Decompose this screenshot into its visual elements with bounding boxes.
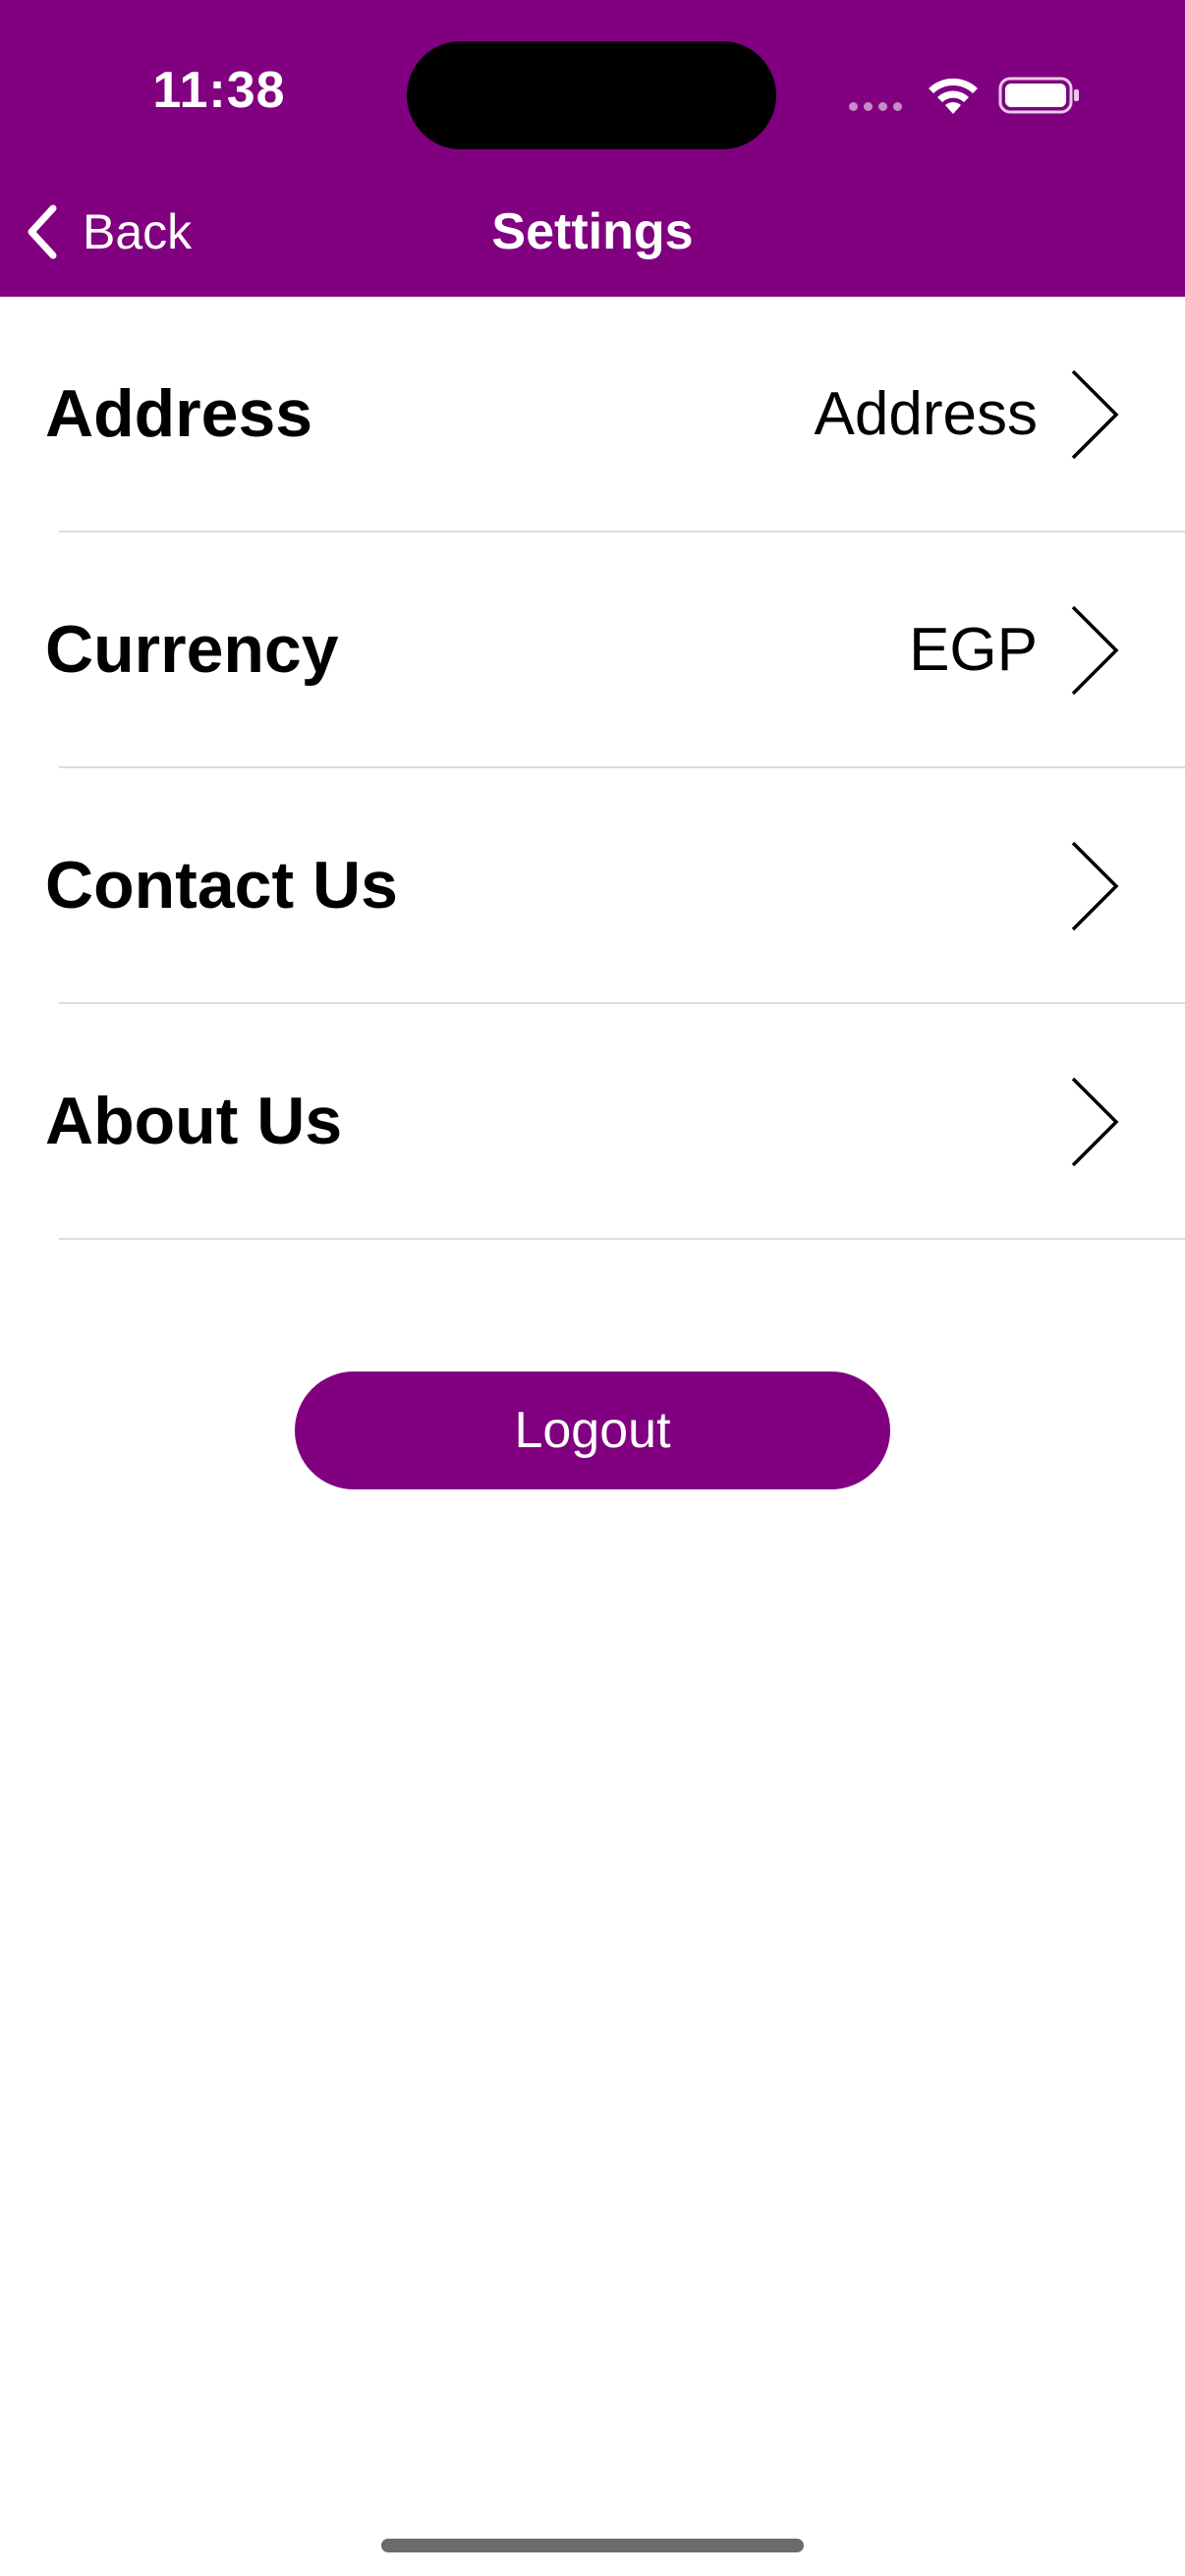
row-value: EGP [909, 616, 1038, 684]
home-indicator[interactable] [381, 2539, 804, 2552]
status-time: 11:38 [152, 62, 286, 119]
page-title: Settings [491, 203, 694, 260]
chevron-right-icon [1071, 841, 1119, 931]
divider [59, 1238, 1185, 1240]
chevron-right-icon [1071, 1077, 1119, 1167]
row-label: About Us [45, 1084, 343, 1158]
settings-row-address[interactable]: Address Address [0, 297, 1185, 532]
row-label: Contact Us [45, 848, 398, 923]
settings-list: Address Address Currency EGP Contact Us … [0, 297, 1185, 1240]
settings-row-contact-us[interactable]: Contact Us [0, 768, 1185, 1004]
logout-button[interactable]: Logout [295, 1372, 890, 1489]
row-label: Currency [45, 612, 339, 687]
wifi-icon [929, 78, 978, 114]
row-label: Address [45, 376, 313, 451]
chevron-right-icon [1071, 369, 1119, 460]
signal-dots-icon [849, 102, 902, 111]
row-value: Address [814, 380, 1038, 448]
dynamic-island [407, 41, 776, 149]
chevron-right-icon [1071, 605, 1119, 696]
battery-icon [998, 77, 1079, 114]
settings-row-currency[interactable]: Currency EGP [0, 532, 1185, 768]
header-bar: 11:38 Back Settings [0, 0, 1185, 297]
settings-row-about-us[interactable]: About Us [0, 1004, 1185, 1240]
